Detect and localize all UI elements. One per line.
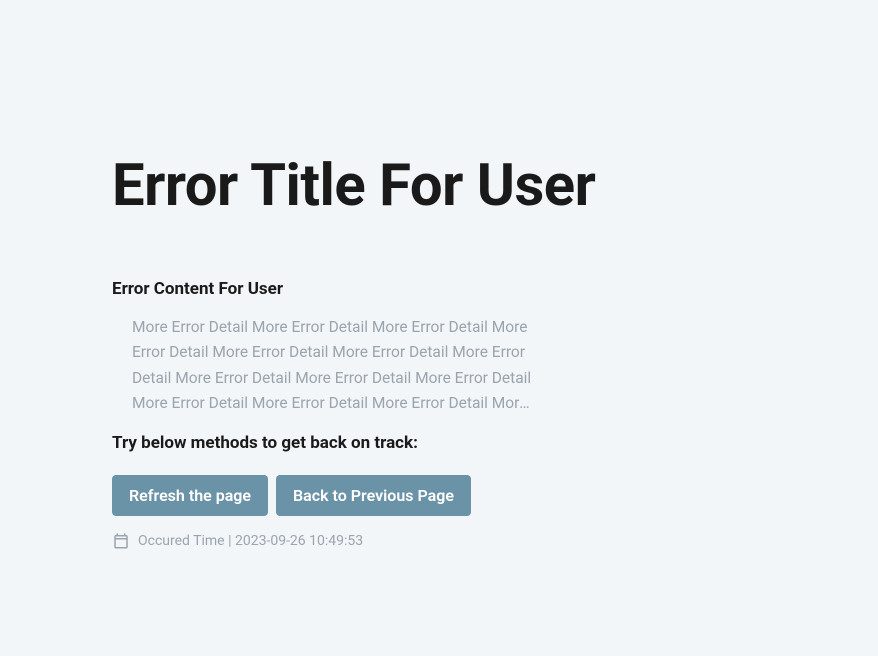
error-detail-text: More Error Detail More Error Detail More… — [112, 315, 532, 417]
error-page-container: Error Title For User Error Content For U… — [0, 0, 878, 550]
back-button[interactable]: Back to Previous Page — [276, 475, 471, 516]
timestamp-value: 2023-09-26 10:49:53 — [235, 533, 363, 549]
timestamp-label: Occured Time — [138, 533, 225, 549]
timestamp-separator: | — [225, 533, 235, 549]
error-title: Error Title For User — [112, 155, 766, 219]
refresh-button[interactable]: Refresh the page — [112, 475, 268, 516]
action-button-row: Refresh the page Back to Previous Page — [112, 475, 766, 516]
calendar-icon — [112, 532, 130, 550]
timestamp-text: Occured Time | 2023-09-26 10:49:53 — [138, 533, 363, 549]
error-content-label: Error Content For User — [112, 279, 766, 299]
recovery-methods-label: Try below methods to get back on track: — [112, 433, 766, 453]
timestamp-row: Occured Time | 2023-09-26 10:49:53 — [112, 532, 766, 550]
